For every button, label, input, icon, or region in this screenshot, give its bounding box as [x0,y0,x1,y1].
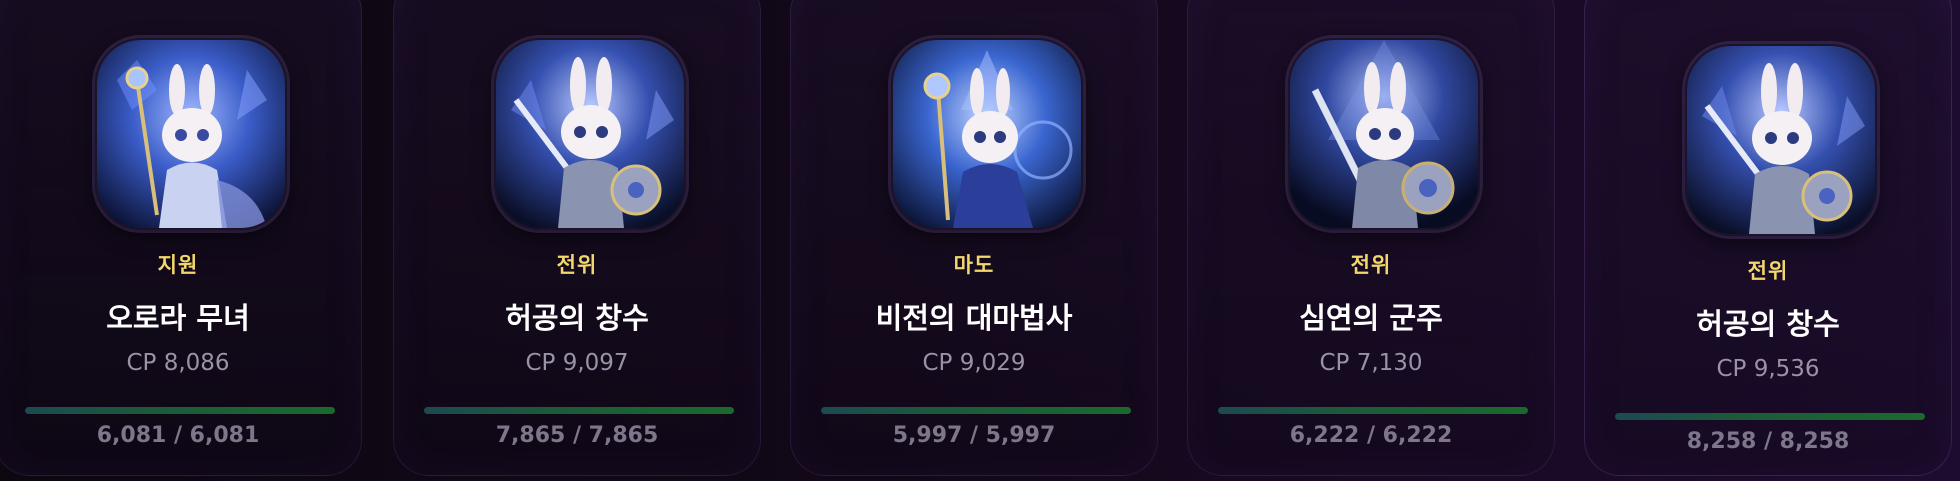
rabbit-knight-icon [1685,44,1877,236]
hp-bar-fill [1615,413,1925,420]
hp-value: 5,997 / 5,997 [892,423,1056,448]
hp-bar-fill [25,407,335,414]
character-name: 오로라 무녀 [106,301,250,335]
role-label: 전위 [1350,253,1392,277]
character-name: 비전의 대마법사 [875,301,1073,335]
character-card-row: 지원 오로라 무녀 CP 8,086 6,081 / 6,081 전위 허공의 … [0,0,1960,476]
hp-value: 8,258 / 8,258 [1686,429,1850,454]
character-name: 허공의 창수 [505,301,649,335]
character-card[interactable]: 지원 오로라 무녀 CP 8,086 6,081 / 6,081 [0,0,362,476]
character-card[interactable]: 전위 심연의 군주 CP 7,130 6,222 / 6,222 [1187,0,1555,476]
hp-bar-fill [424,407,734,414]
hp-bar [424,407,734,414]
combat-power: CP 9,536 [1716,356,1820,382]
rabbit-mage-icon [95,38,287,230]
rabbit-knight-icon [1288,38,1480,230]
role-label: 지원 [157,253,199,277]
combat-power: CP 7,130 [1319,350,1423,376]
hp-bar [25,407,335,414]
combat-power: CP 9,097 [525,350,629,376]
character-name: 심연의 군주 [1299,301,1443,335]
combat-power: CP 9,029 [922,350,1026,376]
hp-bar [1218,407,1528,414]
hp-value: 6,081 / 6,081 [96,423,260,448]
role-label: 마도 [953,253,995,277]
hp-bar-fill [821,407,1131,414]
character-card[interactable]: 전위 허공의 창수 CP 9,097 7,865 / 7,865 [393,0,761,476]
hp-value: 6,222 / 6,222 [1289,423,1453,448]
character-card[interactable]: 마도 비전의 대마법사 CP 9,029 5,997 / 5,997 [790,0,1158,476]
rabbit-archmage-icon [891,38,1083,230]
hp-bar-fill [1218,407,1528,414]
role-label: 전위 [556,253,598,277]
character-name: 허공의 창수 [1696,307,1840,341]
combat-power: CP 8,086 [126,350,230,376]
hp-value: 7,865 / 7,865 [495,423,659,448]
rabbit-knight-icon [494,38,686,230]
character-card[interactable]: 전위 허공의 창수 CP 9,536 8,258 / 8,258 [1584,0,1952,476]
hp-bar [1615,413,1925,420]
hp-bar [821,407,1131,414]
role-label: 전위 [1747,259,1789,283]
